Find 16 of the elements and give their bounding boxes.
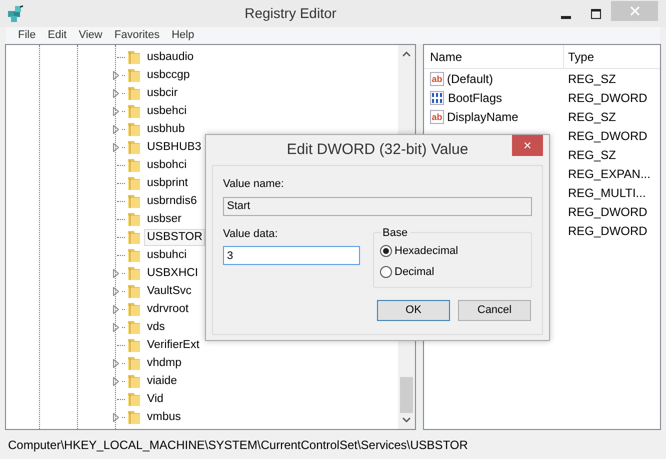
string-value-icon: ab: [430, 110, 444, 124]
value-type: REG_DWORD: [567, 128, 648, 144]
value-type: REG_DWORD: [567, 90, 648, 106]
string-value-icon: ab: [430, 72, 444, 86]
value-type: REG_SZ: [567, 146, 616, 164]
field-label: Value data:: [223, 226, 279, 242]
dialog-title: Edit DWORD (32-bit) Value: [286, 140, 468, 160]
value-type: REG_SZ: [567, 108, 616, 126]
value-type: REG_DWORD: [567, 222, 648, 240]
status-bar-path: Computer\HKEY_LOCAL_MACHINE\SYSTEM\CurrentControlSet\Services\USBSTOR: [7, 436, 469, 454]
value-type: REG_DWORD: [567, 204, 648, 220]
value-type: REG_SZ: [567, 70, 616, 88]
field-label: Value name:: [223, 177, 285, 192]
value-type: REG_MULTI...: [567, 184, 646, 202]
value-type: REG_EXPAN...: [567, 166, 650, 182]
window-title: Registry Editor: [244, 4, 338, 23]
